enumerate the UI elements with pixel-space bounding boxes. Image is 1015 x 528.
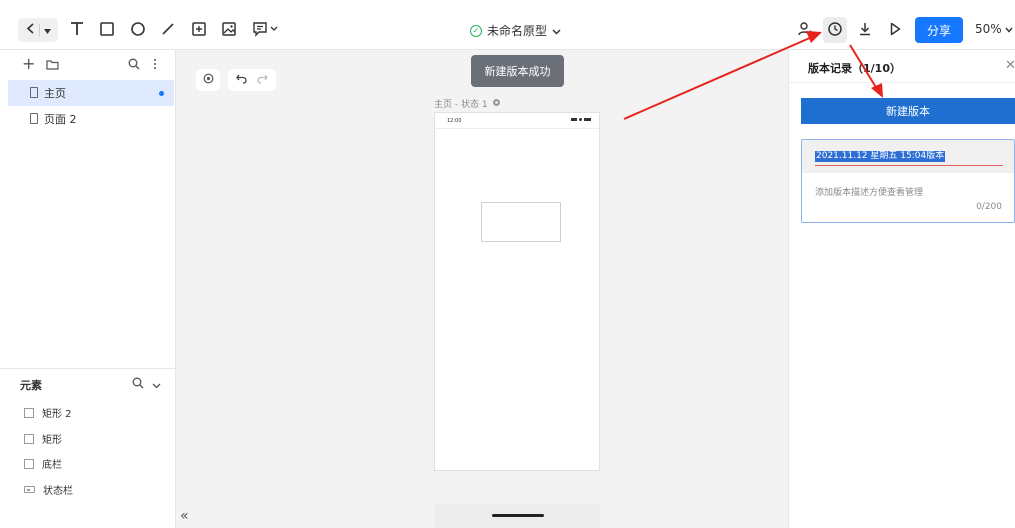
play-icon [887, 21, 903, 40]
page-label: 主页 [44, 87, 66, 100]
preview-button[interactable] [884, 19, 906, 41]
folder-icon[interactable] [46, 58, 59, 74]
circle-tool[interactable] [127, 19, 149, 41]
element-label: 矩形 [42, 435, 62, 446]
element-item[interactable]: 矩形 [24, 431, 62, 446]
statusbar-icon [24, 486, 35, 493]
element-item[interactable]: 状态栏 [24, 482, 73, 497]
text-icon [69, 21, 85, 40]
phone-frame[interactable]: 12:00 [434, 112, 600, 471]
frame-label: 主页 - 状态 1 [434, 97, 501, 110]
page-icon [30, 113, 38, 124]
spellcheck-underline [815, 165, 1003, 166]
divider [789, 82, 1015, 83]
left-panel: + 主页 页面 2 元素 矩形 2 矩形 底栏 状态栏 [0, 50, 176, 528]
text-tool[interactable] [66, 19, 88, 41]
dropdown-icon[interactable] [43, 24, 51, 37]
page-item-home[interactable]: 主页 [8, 80, 174, 106]
chevron-down-icon [552, 24, 561, 38]
rectangle-icon [24, 433, 34, 444]
download-button[interactable] [854, 19, 876, 41]
download-icon [857, 21, 873, 40]
elements-section: 元素 矩形 2 矩形 底栏 状态栏 [0, 368, 176, 497]
project-title-text: 未命名原型 [487, 24, 548, 38]
add-page-icon[interactable]: + [22, 54, 35, 73]
collaborator-button[interactable] [794, 19, 816, 41]
element-label: 矩形 2 [42, 409, 72, 420]
zoom-select[interactable]: 50% [975, 22, 1013, 36]
rectangle-icon [24, 458, 34, 469]
redo-icon[interactable] [257, 74, 268, 87]
panel-title: 版本记录（1/10） [808, 62, 901, 75]
saved-check-icon: ✓ [470, 24, 482, 37]
elements-header: 元素 [0, 369, 176, 397]
back-icon [26, 23, 35, 37]
elements-title: 元素 [20, 379, 42, 392]
chevron-down-icon [1005, 22, 1013, 36]
version-name-text[interactable]: 2021.11.12 星期五 15:04版本 [815, 151, 946, 162]
top-toolbar: ✓ 未命名原型 分享 50% [0, 0, 1015, 50]
undo-icon[interactable] [236, 74, 247, 87]
more-icon[interactable] [153, 58, 157, 74]
close-icon[interactable]: ✕ [1005, 58, 1015, 73]
rectangle-icon [99, 21, 115, 40]
success-toast: 新建版本成功 [471, 55, 564, 87]
share-button[interactable]: 分享 [915, 17, 963, 43]
history-button[interactable] [823, 17, 847, 43]
element-item[interactable]: 底栏 [24, 456, 62, 471]
page-item-page2[interactable]: 页面 2 [8, 106, 174, 132]
image-icon [221, 21, 237, 40]
line-tool[interactable] [157, 19, 179, 41]
gear-icon[interactable] [492, 98, 501, 110]
version-history-panel: 版本记录（1/10） ✕ 新建版本 2021.11.12 星期五 15:04版本… [788, 50, 1015, 528]
pages-header: + [0, 50, 175, 78]
element-label: 底栏 [42, 460, 62, 471]
comment-icon [252, 21, 278, 40]
undo-redo-group [228, 69, 276, 91]
rectangle-element[interactable] [481, 202, 561, 242]
component-icon [191, 21, 207, 40]
project-title[interactable]: ✓ 未命名原型 [470, 22, 561, 39]
page-label: 页面 2 [44, 113, 77, 126]
canvas-settings-button[interactable] [196, 69, 220, 91]
search-icon[interactable] [128, 58, 140, 74]
component-tool[interactable] [188, 19, 210, 41]
version-description-input[interactable]: 添加版本描述方便查看管理 [815, 185, 923, 198]
frame-label-text: 主页 - 状态 1 [434, 100, 488, 110]
settings-icon [203, 73, 214, 87]
image-tool[interactable] [218, 19, 240, 41]
back-button[interactable] [18, 18, 58, 42]
new-version-button[interactable]: 新建版本 [801, 98, 1015, 124]
collaborator-icon [797, 21, 813, 40]
element-label: 状态栏 [43, 486, 73, 497]
collapse-panel-button[interactable]: « [180, 508, 189, 524]
version-name-field[interactable]: 2021.11.12 星期五 15:04版本 [802, 140, 1014, 173]
version-card[interactable]: 2021.11.12 星期五 15:04版本 添加版本描述方便查看管理 0/20… [801, 139, 1015, 223]
phone-time: 12:00 [447, 118, 462, 124]
rectangle-icon [24, 407, 34, 418]
search-icon[interactable] [132, 377, 144, 392]
signal-battery-icon [571, 118, 591, 121]
chevron-down-icon[interactable] [152, 379, 161, 392]
element-item[interactable]: 矩形 2 [24, 405, 72, 420]
rectangle-tool[interactable] [96, 19, 118, 41]
line-icon [160, 21, 176, 40]
page-icon [30, 87, 38, 98]
current-page-dot [159, 91, 164, 96]
phone-statusbar[interactable]: 12:00 [435, 113, 599, 129]
char-count: 0/200 [976, 202, 1002, 212]
history-icon [827, 21, 843, 40]
home-indicator [492, 514, 544, 517]
circle-icon [130, 21, 146, 40]
canvas-area[interactable]: 新建版本成功 主页 - 状态 1 12:00 « [176, 50, 788, 528]
zoom-value: 50% [975, 22, 1002, 36]
phone-bottom-bar[interactable] [434, 504, 600, 528]
comment-tool[interactable] [249, 19, 281, 41]
